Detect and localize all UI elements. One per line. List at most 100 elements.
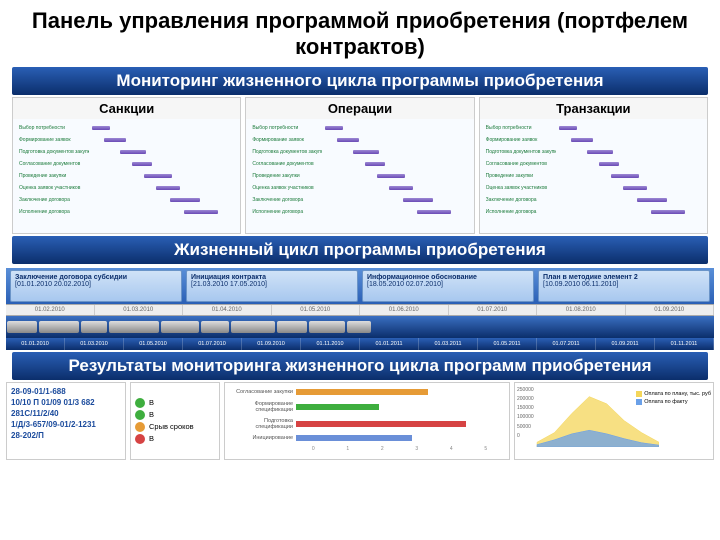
timeline-ruler-bottom: 01.01.201001.03.201001.05.201001.07.2010…: [6, 338, 714, 350]
timeline-card[interactable]: Инициация контракта[21.03.2010 17.05.201…: [186, 270, 358, 302]
gantt-transactions: Выбор потребности Формирование заявок Подг…: [480, 119, 707, 233]
timeline-segment[interactable]: [161, 321, 199, 333]
gantt-row: Выбор потребности: [19, 123, 234, 133]
code-line[interactable]: 28-09-01/1-688: [11, 386, 121, 397]
code-line[interactable]: 281С/11/2/40: [11, 408, 121, 419]
gantt-row: Оценка заявок участников: [486, 183, 701, 193]
timeline-segment[interactable]: [39, 321, 79, 333]
col-head-operations: Операции: [246, 98, 473, 119]
gantt-row: Согласование документов: [486, 159, 701, 169]
timeline-bar-strip[interactable]: [6, 316, 714, 338]
gantt-row: Согласование документов: [252, 159, 467, 169]
gantt-row: Исполнение договора: [19, 207, 234, 217]
gantt-row: Выбор потребности: [252, 123, 467, 133]
timeline-tick: 01.07.2010: [183, 338, 242, 350]
timeline-tick: 01.09.2010: [626, 305, 715, 315]
timeline: Заключение договора субсидии[01.01.2010 …: [6, 268, 714, 350]
status-ok2: В: [135, 410, 215, 420]
code-line[interactable]: 1/Д/3-657/09-01/2-1231: [11, 419, 121, 430]
timeline-tick: 01.06.2010: [360, 305, 449, 315]
timeline-tick: 01.05.2010: [124, 338, 183, 350]
gantt-row: Проведение закупки: [252, 171, 467, 181]
results-row: 28-09-01/1-68810/10 П 01/09 01/3 682281С…: [6, 382, 714, 460]
timeline-tick: 01.07.2011: [537, 338, 596, 350]
timeline-segment[interactable]: [109, 321, 159, 333]
timeline-tick: 01.05.2011: [478, 338, 537, 350]
gantt-operations: Выбор потребности Формирование заявок Подг…: [246, 119, 473, 233]
col-head-sanctions: Санкции: [13, 98, 240, 119]
three-column-row: Санкции Выбор потребности Формирование за…: [12, 97, 708, 234]
timeline-tick: 01.09.2010: [242, 338, 301, 350]
timeline-card[interactable]: Заключение договора субсидии[01.01.2010 …: [10, 270, 182, 302]
dot-green-icon: [135, 410, 145, 420]
status-panel[interactable]: В В Срыв сроков В: [130, 382, 220, 460]
gantt-row: Заключение договора: [486, 195, 701, 205]
hbar-row: Подготовка спецификации: [231, 418, 503, 430]
timeline-tick: 01.07.2010: [449, 305, 538, 315]
gantt-row: Проведение закупки: [19, 171, 234, 181]
legend-row: Оплата по факту: [636, 399, 711, 405]
codes-panel[interactable]: 28-09-01/1-68810/10 П 01/09 01/3 682281С…: [6, 382, 126, 460]
dot-green-icon: [135, 398, 145, 408]
timeline-segment[interactable]: [7, 321, 37, 333]
code-line[interactable]: 10/10 П 01/09 01/3 682: [11, 397, 121, 408]
page-title: Панель управления программой приобретени…: [0, 0, 720, 65]
timeline-segment[interactable]: [81, 321, 107, 333]
gantt-row: Формирование заявок: [252, 135, 467, 145]
gantt-row: Оценка заявок участников: [252, 183, 467, 193]
dot-red-icon: [135, 434, 145, 444]
gantt-row: Формирование заявок: [19, 135, 234, 145]
status-bad: В: [135, 434, 215, 444]
timeline-card[interactable]: План в методике элемент 2[10.09.2010 06.…: [538, 270, 710, 302]
timeline-tick: 01.02.2010: [6, 305, 95, 315]
timeline-tick: 01.03.2010: [65, 338, 124, 350]
gantt-row: Проведение закупки: [486, 171, 701, 181]
gantt-row: Формирование заявок: [486, 135, 701, 145]
gantt-row: Подготовка документов закупки: [252, 147, 467, 157]
timeline-segment[interactable]: [231, 321, 275, 333]
section-lifecycle: Жизненный цикл программы приобретения: [12, 236, 708, 264]
gantt-row: Подготовка документов закупки: [486, 147, 701, 157]
timeline-tick: 01.04.2010: [183, 305, 272, 315]
section-monitoring: Мониторинг жизненного цикла программы пр…: [12, 67, 708, 95]
hbar-row: Согласование закупки: [231, 389, 503, 395]
code-line[interactable]: 28-202/П: [11, 430, 121, 441]
timeline-tick: 01.03.2010: [95, 305, 184, 315]
col-head-transactions: Транзакции: [480, 98, 707, 119]
gantt-row: Исполнение договора: [486, 207, 701, 217]
timeline-tick: 01.08.2010: [537, 305, 626, 315]
timeline-tick: 01.05.2010: [272, 305, 361, 315]
timeline-segment[interactable]: [309, 321, 345, 333]
section-results: Результаты мониторинга жизненного цикла …: [12, 352, 708, 380]
gantt-row: Заключение договора: [252, 195, 467, 205]
status-warn: Срыв сроков: [135, 422, 215, 432]
dot-orange-icon: [135, 422, 145, 432]
timeline-cards: Заключение договора субсидии[01.01.2010 …: [6, 268, 714, 304]
legend-row: Оплата по плану, тыс. руб: [636, 391, 711, 397]
timeline-segment[interactable]: [201, 321, 229, 333]
timeline-segment[interactable]: [347, 321, 371, 333]
timeline-tick: 01.11.2011: [655, 338, 714, 350]
gantt-row: Оценка заявок участников: [19, 183, 234, 193]
area-legend: Оплата по плану, тыс. руб Оплата по факту: [636, 391, 711, 407]
timeline-tick: 01.01.2011: [360, 338, 419, 350]
gantt-row: Исполнение договора: [252, 207, 467, 217]
timeline-tick: 01.11.2010: [301, 338, 360, 350]
timeline-tick: 01.01.2010: [6, 338, 65, 350]
gantt-row: Выбор потребности: [486, 123, 701, 133]
timeline-card[interactable]: Информационное обоснование[18.05.2010 02…: [362, 270, 534, 302]
status-ok: В: [135, 398, 215, 408]
gantt-row: Подготовка документов закупки: [19, 147, 234, 157]
hbar-chart: Согласование закупки Формирование специфи…: [224, 382, 510, 460]
col-transactions[interactable]: Транзакции Выбор потребности Формирование…: [479, 97, 708, 234]
hbar-row: Формирование спецификации: [231, 401, 503, 413]
col-operations[interactable]: Операции Выбор потребности Формирование з…: [245, 97, 474, 234]
area-chart: 250000200000150000100000500000 Оплата по…: [514, 382, 714, 460]
col-sanctions[interactable]: Санкции Выбор потребности Формирование за…: [12, 97, 241, 234]
hbar-row: Инициирование: [231, 435, 503, 441]
timeline-tick: 01.03.2011: [419, 338, 478, 350]
timeline-tick: 01.09.2011: [596, 338, 655, 350]
timeline-segment[interactable]: [277, 321, 307, 333]
timeline-ruler-top: 01.02.201001.03.201001.04.201001.05.2010…: [6, 304, 714, 316]
gantt-sanctions: Выбор потребности Формирование заявок Подг…: [13, 119, 240, 233]
